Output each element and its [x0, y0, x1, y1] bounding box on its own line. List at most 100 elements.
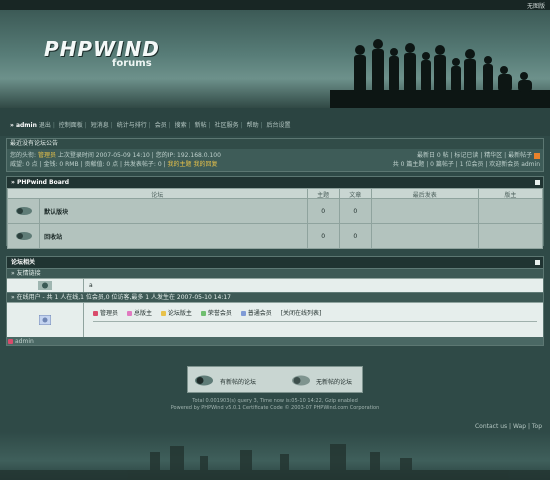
menu-item-logout[interactable]: 退出: [39, 122, 51, 129]
forum-row[interactable]: 回收站 0 0: [6, 223, 544, 249]
menu-item-messages[interactable]: 短消息: [91, 122, 109, 129]
menu-item-control-panel[interactable]: 控制面板: [59, 122, 83, 129]
footer-city-image: [0, 432, 550, 480]
friend-links-header: » 友情链接: [7, 268, 543, 278]
menu-item-community[interactable]: 社区服务: [215, 122, 239, 129]
footer-stats: Total 0.001903(s) query 3, Time now is:0…: [192, 398, 358, 404]
online-user-list: admin: [7, 337, 34, 346]
new-posts-label: 有新帖的论坛: [220, 379, 257, 386]
footer-powered-by: Powered by PHPWind v5.0.1 Certificate Co…: [170, 405, 380, 411]
forum-last-post: [370, 198, 479, 224]
wap-link[interactable]: Wap: [513, 423, 526, 430]
friend-links-row: a: [7, 278, 543, 292]
bottom-links: Contact us | Wap | Top: [474, 423, 542, 430]
forum-topics-count: 0: [306, 223, 340, 249]
admin-icon: [8, 339, 13, 344]
user-stats: 威望: 0 点 | 金钱: 0 RMB | 贡献值: 0 点 | 共发表帖子: …: [10, 161, 166, 168]
forum-icon-cell: [6, 198, 41, 224]
legend-admin: 管理员: [93, 308, 118, 317]
board-header: » PHPwind Board: [7, 177, 543, 188]
forum-status-icon: [15, 207, 32, 215]
user-info-line: 您的头衔: 管理员 上次登录时间 2007-05-09 14:10 | 您的IP…: [10, 152, 221, 160]
menu-item-search[interactable]: 搜索: [175, 122, 187, 129]
super-moderator-icon: [126, 311, 132, 316]
no-image-version-link[interactable]: 无图版: [527, 1, 545, 10]
legend-admin-label: 管理员: [100, 310, 119, 317]
main-menu-bar: » admin 退出 | 控制面板 | 短消息 | 统计与排行 | 会员 | 搜索 | 新帖…: [0, 108, 550, 136]
rank-label: 您的头衔:: [10, 152, 37, 159]
last-login-info: 上次登录时间 2007-05-09 14:10 | 您的IP: 192.168.…: [57, 152, 221, 159]
forum-name-recycle[interactable]: 回收站: [39, 223, 308, 249]
friend-link[interactable]: a: [89, 282, 93, 289]
current-user-name[interactable]: » admin: [10, 122, 37, 129]
forum-posts-count: 0: [338, 198, 372, 224]
announcement-panel: 最近没有论坛公告 您的头衔: 管理员 上次登录时间 2007-05-09 14:…: [6, 138, 544, 172]
forum-icon-cell: [6, 223, 41, 249]
forum-moderator: [477, 223, 544, 249]
forum-board-panel: » PHPwind Board 论坛 主题 文章 最后发表 版主 默认版块 0 …: [6, 176, 544, 249]
legend-mod: 论坛版主: [160, 308, 192, 317]
collapse-icon[interactable]: [535, 260, 540, 265]
related-title: 论坛相关: [11, 259, 36, 266]
legend-honor-label: 荣誉会员: [207, 310, 232, 317]
menu-item-new-posts[interactable]: 新帖: [195, 122, 207, 129]
forum-rows: 默认版块 0 0 回收站 0 0: [6, 198, 544, 249]
online-users-icon: [39, 315, 51, 325]
forum-topics-count: 0: [306, 198, 340, 224]
legend-super-mod: 总版主: [126, 308, 152, 317]
forum-status-icon: [15, 232, 32, 240]
divider: [93, 321, 537, 322]
online-users-row: 管理员 总版主 论坛版主 荣誉会员 普通会员 [关闭在线列表]: [7, 302, 543, 337]
user-stats-line: 威望: 0 点 | 金钱: 0 RMB | 贡献值: 0 点 | 共发表帖子: …: [10, 161, 217, 169]
legend-honor: 荣誉会员: [200, 308, 232, 317]
forum-related-panel: 论坛相关 » 友情链接 a » 在线用户 - 共 1 人在线,1 位会员,0 位…: [6, 256, 544, 346]
new-posts-icon: [195, 375, 213, 386]
online-users-header: » 在线用户 - 共 1 人在线,1 位会员,0 位访客,最多 1 人发生在 2…: [7, 292, 543, 302]
close-online-list-link[interactable]: [关闭在线列表]: [281, 310, 322, 317]
collapse-icon[interactable]: [535, 180, 540, 185]
people-silhouette-image: [330, 39, 550, 108]
city-silhouette-image: [0, 444, 550, 480]
my-topics-link[interactable]: 我的主题: [168, 161, 192, 168]
no-new-posts-icon: [292, 375, 310, 386]
quick-links: 最新日 0 帖 | 标记已读 | 精华区 | 最新帖子: [417, 152, 540, 160]
board-title[interactable]: » PHPwind Board: [11, 179, 69, 186]
menu-item-help[interactable]: 帮助: [247, 122, 259, 129]
forum-last-post: [370, 223, 479, 249]
rank-value: 管理员: [37, 152, 56, 159]
forum-moderator: [477, 198, 544, 224]
menu-item-members[interactable]: 会员: [155, 122, 167, 129]
announcement-title: 最近没有论坛公告: [7, 139, 543, 149]
top-bar: 无图版: [0, 0, 550, 10]
no-new-posts-label: 无新帖的论坛: [316, 379, 353, 386]
quick-links-text[interactable]: 最新日 0 帖 | 标记已读 | 精华区 | 最新帖子: [417, 152, 532, 159]
footer-info: Total 0.001903(s) query 3, Time now is:0…: [0, 398, 550, 412]
member-icon: [240, 311, 246, 316]
related-header: 论坛相关: [7, 257, 543, 268]
rss-icon[interactable]: [534, 152, 540, 159]
online-user-admin[interactable]: admin: [15, 338, 34, 345]
online-legend: 管理员 总版主 论坛版主 荣誉会员 普通会员 [关闭在线列表]: [93, 308, 321, 317]
friend-links-icon-cell: [7, 279, 84, 292]
top-link[interactable]: Top: [532, 423, 542, 430]
logo-subtitle: forums: [112, 58, 152, 69]
my-replies-link[interactable]: 我的回复: [193, 161, 217, 168]
moderator-icon: [160, 311, 166, 316]
menu-item-stats[interactable]: 统计与排行: [117, 122, 147, 129]
menu-item-admin[interactable]: 后台设置: [267, 122, 291, 129]
admin-icon: [93, 311, 98, 316]
forum-posts-count: 0: [338, 223, 372, 249]
legend-member-label: 普通会员: [247, 310, 272, 317]
forum-status-legend: 有新帖的论坛 无新帖的论坛: [187, 366, 363, 393]
forum-totals: 共 0 篇主题 | 0 篇帖子 | 1 位会员 | 欢迎新会员 admin: [392, 161, 540, 168]
honor-member-icon: [200, 311, 206, 316]
legend-mod-label: 论坛版主: [167, 310, 192, 317]
legend-member: 普通会员: [240, 308, 272, 317]
contact-link[interactable]: Contact us: [475, 423, 507, 430]
forum-name-default[interactable]: 默认版块: [39, 198, 308, 224]
online-icon-cell: [7, 303, 84, 337]
forum-row[interactable]: 默认版块 0 0: [6, 198, 544, 224]
legend-super-mod-label: 总版主: [133, 310, 152, 317]
link-logo-icon: [38, 281, 52, 290]
header-banner: PHPWIND forums: [0, 10, 550, 108]
